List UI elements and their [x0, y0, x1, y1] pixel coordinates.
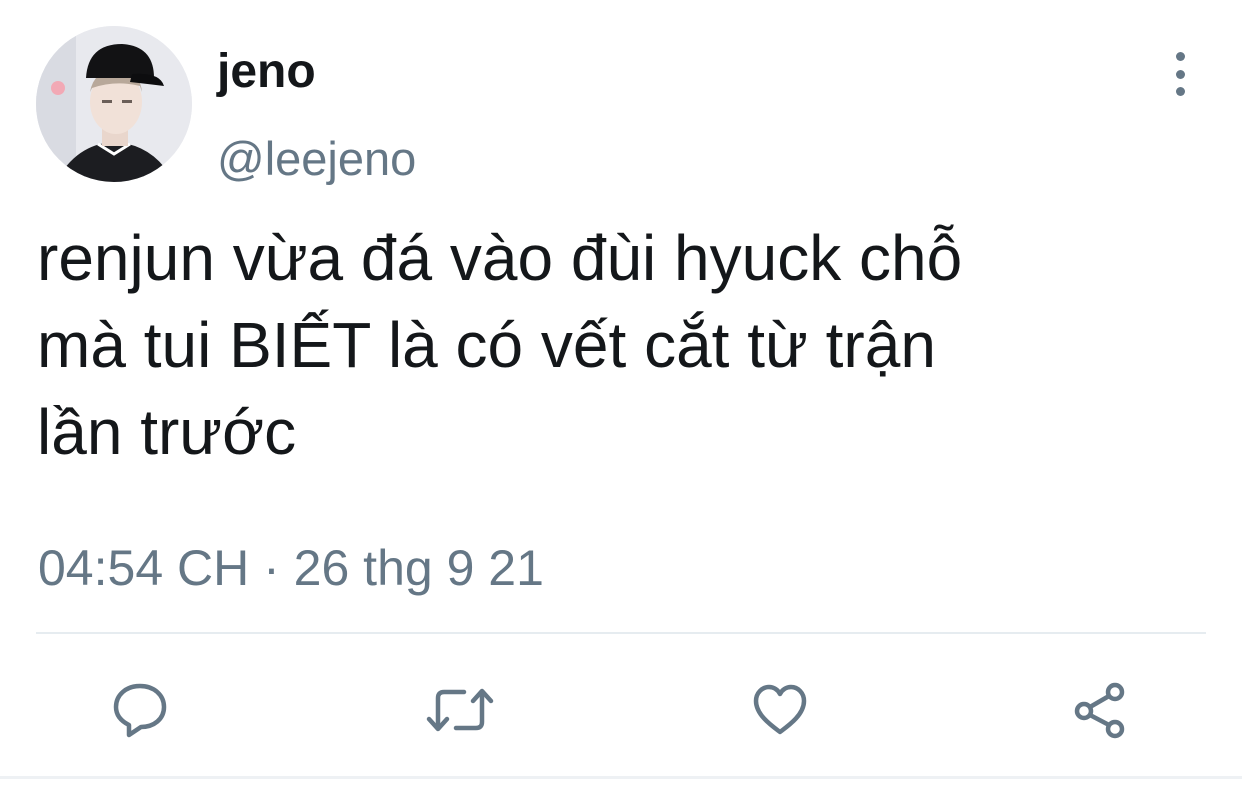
share-icon [1074, 682, 1125, 739]
author-handle[interactable]: @leejeno [217, 130, 416, 188]
author-display-name[interactable]: jeno [217, 42, 316, 102]
reply-button[interactable] [104, 674, 176, 746]
heart-icon [753, 684, 807, 735]
reply-icon [113, 683, 167, 738]
avatar-image [36, 26, 192, 182]
bottom-divider [0, 776, 1242, 779]
divider [36, 632, 1206, 634]
avatar[interactable] [36, 26, 192, 182]
more-vertical-icon [1175, 52, 1185, 96]
tweet-text: renjun vừa đá vào đùi hyuck chỗ mà tui B… [37, 222, 963, 468]
retweet-button[interactable] [424, 674, 496, 746]
retweet-icon [426, 688, 494, 732]
action-bar [0, 650, 1242, 768]
more-options-button[interactable] [1158, 52, 1202, 100]
share-button[interactable] [1064, 674, 1136, 746]
tweet-timestamp[interactable]: 04:54 CH · 26 thg 9 21 [38, 537, 544, 599]
like-button[interactable] [744, 674, 816, 746]
tweet: jeno @leejeno renjun vừa đá vào đùi hyuc… [0, 0, 1242, 798]
